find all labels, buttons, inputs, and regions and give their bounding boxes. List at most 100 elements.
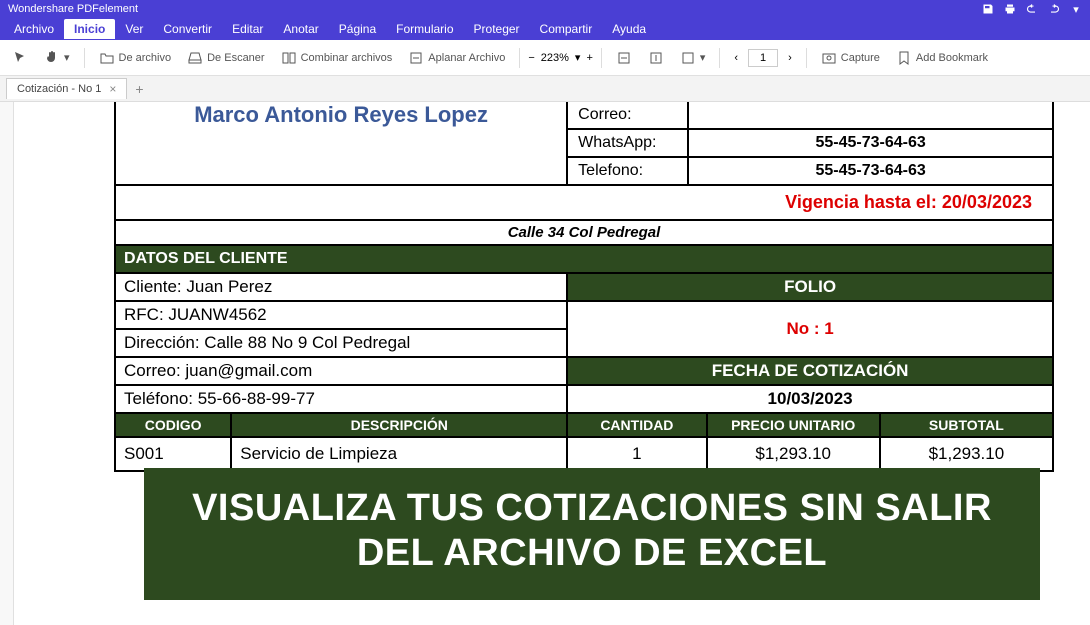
fit-width-button[interactable] xyxy=(610,47,638,69)
cursor-tool[interactable] xyxy=(6,47,34,69)
item-price: $1,293.10 xyxy=(755,444,831,463)
menu-anotar[interactable]: Anotar xyxy=(273,19,328,39)
from-scanner-button[interactable]: De Escaner xyxy=(181,47,270,69)
capture-label: Capture xyxy=(841,52,880,64)
telefono-value: 55-45-73-64-63 xyxy=(815,162,925,179)
actual-size-button[interactable]: ▾ xyxy=(674,47,712,69)
separator xyxy=(719,48,720,68)
flatten-button[interactable]: Aplanar Archivo xyxy=(402,47,511,69)
item-desc: Servicio de Limpieza xyxy=(240,444,397,463)
client-section-header: DATOS DEL CLIENTE xyxy=(124,250,288,267)
separator xyxy=(806,48,807,68)
titlebar: Wondershare PDFelement ▾ xyxy=(0,0,1090,18)
flatten-icon xyxy=(408,50,424,66)
actual-size-icon xyxy=(680,50,696,66)
undo-icon[interactable] xyxy=(1026,3,1038,15)
redo-icon[interactable] xyxy=(1048,3,1060,15)
close-icon[interactable]: × xyxy=(109,82,116,96)
flatten-label: Aplanar Archivo xyxy=(428,52,505,64)
client-phone: Teléfono: 55-66-88-99-77 xyxy=(124,389,315,408)
menu-ver[interactable]: Ver xyxy=(115,19,153,39)
client-address: Dirección: Calle 88 No 9 Col Pedregal xyxy=(124,333,410,352)
menu-editar[interactable]: Editar xyxy=(222,19,273,39)
capture-button[interactable]: Capture xyxy=(815,47,886,69)
toolbar: ▾ De archivo De Escaner Combinar archivo… xyxy=(0,40,1090,76)
bookmark-icon xyxy=(896,50,912,66)
chevron-down-icon: ▾ xyxy=(64,51,70,64)
capture-icon xyxy=(821,50,837,66)
menu-convertir[interactable]: Convertir xyxy=(153,19,222,39)
document-tab[interactable]: Cotización - No 1 × xyxy=(6,78,127,99)
menu-ayuda[interactable]: Ayuda xyxy=(602,19,656,39)
fecha-header: FECHA DE COTIZACIÓN xyxy=(712,361,909,380)
folio-header: FOLIO xyxy=(784,277,836,296)
prev-page-button[interactable]: ‹ xyxy=(728,52,744,64)
menu-pagina[interactable]: Página xyxy=(329,19,386,39)
menu-archivo[interactable]: Archivo xyxy=(4,19,64,39)
separator xyxy=(601,48,602,68)
client-name: Cliente: Juan Perez xyxy=(124,277,272,296)
item-subtotal: $1,293.10 xyxy=(929,444,1005,463)
document-area: Marco Antonio Reyes Lopez Correo: WhatsA… xyxy=(0,102,1090,625)
thumbnail-panel[interactable] xyxy=(0,102,14,625)
col-descripcion: DESCRIPCIÓN xyxy=(351,417,448,433)
from-file-button[interactable]: De archivo xyxy=(93,47,178,69)
folio-number: No : 1 xyxy=(786,319,833,338)
quick-access: ▾ xyxy=(982,3,1082,15)
page-number-input[interactable] xyxy=(748,49,778,67)
menu-proteger[interactable]: Proteger xyxy=(464,19,530,39)
zoom-out-button[interactable]: − xyxy=(528,52,534,64)
combine-icon xyxy=(281,50,297,66)
chevron-down-icon: ▾ xyxy=(700,51,706,64)
hand-icon xyxy=(44,50,60,66)
tab-title: Cotización - No 1 xyxy=(17,83,101,95)
print-icon[interactable] xyxy=(1004,3,1016,15)
correo-label: Correo: xyxy=(578,106,631,123)
whatsapp-value: 55-45-73-64-63 xyxy=(815,134,925,151)
hand-tool[interactable]: ▾ xyxy=(38,47,76,69)
col-precio: PRECIO UNITARIO xyxy=(731,417,855,433)
bookmark-button[interactable]: Add Bookmark xyxy=(890,47,994,69)
zoom-level: 223% xyxy=(541,52,569,64)
fecha-value: 10/03/2023 xyxy=(768,389,853,408)
zoom-controls: − 223% ▾ + xyxy=(528,51,593,64)
quotation-document: Marco Antonio Reyes Lopez Correo: WhatsA… xyxy=(114,102,1054,472)
telefono-label: Telefono: xyxy=(578,162,643,179)
app-title: Wondershare PDFelement xyxy=(8,3,138,15)
col-cantidad: CANTIDAD xyxy=(600,417,673,433)
fit-width-icon xyxy=(616,50,632,66)
from-file-label: De archivo xyxy=(119,52,172,64)
combine-button[interactable]: Combinar archivos xyxy=(275,47,399,69)
item-qty: 1 xyxy=(632,444,641,463)
vigencia-text: Vigencia hasta el: 20/03/2023 xyxy=(785,192,1032,212)
scanner-icon xyxy=(187,50,203,66)
whatsapp-label: WhatsApp: xyxy=(578,134,656,151)
save-icon[interactable] xyxy=(982,3,994,15)
separator xyxy=(84,48,85,68)
fit-page-icon xyxy=(648,50,664,66)
menu-formulario[interactable]: Formulario xyxy=(386,19,463,39)
menu-compartir[interactable]: Compartir xyxy=(530,19,603,39)
tabbar: Cotización - No 1 × + xyxy=(0,76,1090,102)
col-subtotal: SUBTOTAL xyxy=(929,417,1004,433)
next-page-button[interactable]: › xyxy=(782,52,798,64)
document-canvas[interactable]: Marco Antonio Reyes Lopez Correo: WhatsA… xyxy=(14,102,1090,625)
col-codigo: CODIGO xyxy=(145,417,202,433)
vendor-name: Marco Antonio Reyes Lopez xyxy=(194,102,488,127)
from-scanner-label: De Escaner xyxy=(207,52,264,64)
menu-inicio[interactable]: Inicio xyxy=(64,19,115,39)
dropdown-icon[interactable]: ▾ xyxy=(1070,3,1082,15)
client-email: Correo: juan@gmail.com xyxy=(124,361,312,380)
zoom-dropdown[interactable]: ▾ xyxy=(575,51,581,64)
fit-page-button[interactable] xyxy=(642,47,670,69)
vendor-address: Calle 34 Col Pedregal xyxy=(508,224,661,241)
menubar: Archivo Inicio Ver Convertir Editar Anot… xyxy=(0,18,1090,40)
overlay-text: VISUALIZA TUS COTIZACIONES SIN SALIR DEL… xyxy=(192,487,992,574)
table-row: S001 Servicio de Limpieza 1 $1,293.10 $1… xyxy=(115,437,1053,471)
zoom-in-button[interactable]: + xyxy=(586,52,592,64)
new-tab-button[interactable]: + xyxy=(127,78,151,100)
separator xyxy=(519,48,520,68)
bookmark-label: Add Bookmark xyxy=(916,52,988,64)
cursor-icon xyxy=(12,50,28,66)
promo-overlay: VISUALIZA TUS COTIZACIONES SIN SALIR DEL… xyxy=(144,468,1040,600)
